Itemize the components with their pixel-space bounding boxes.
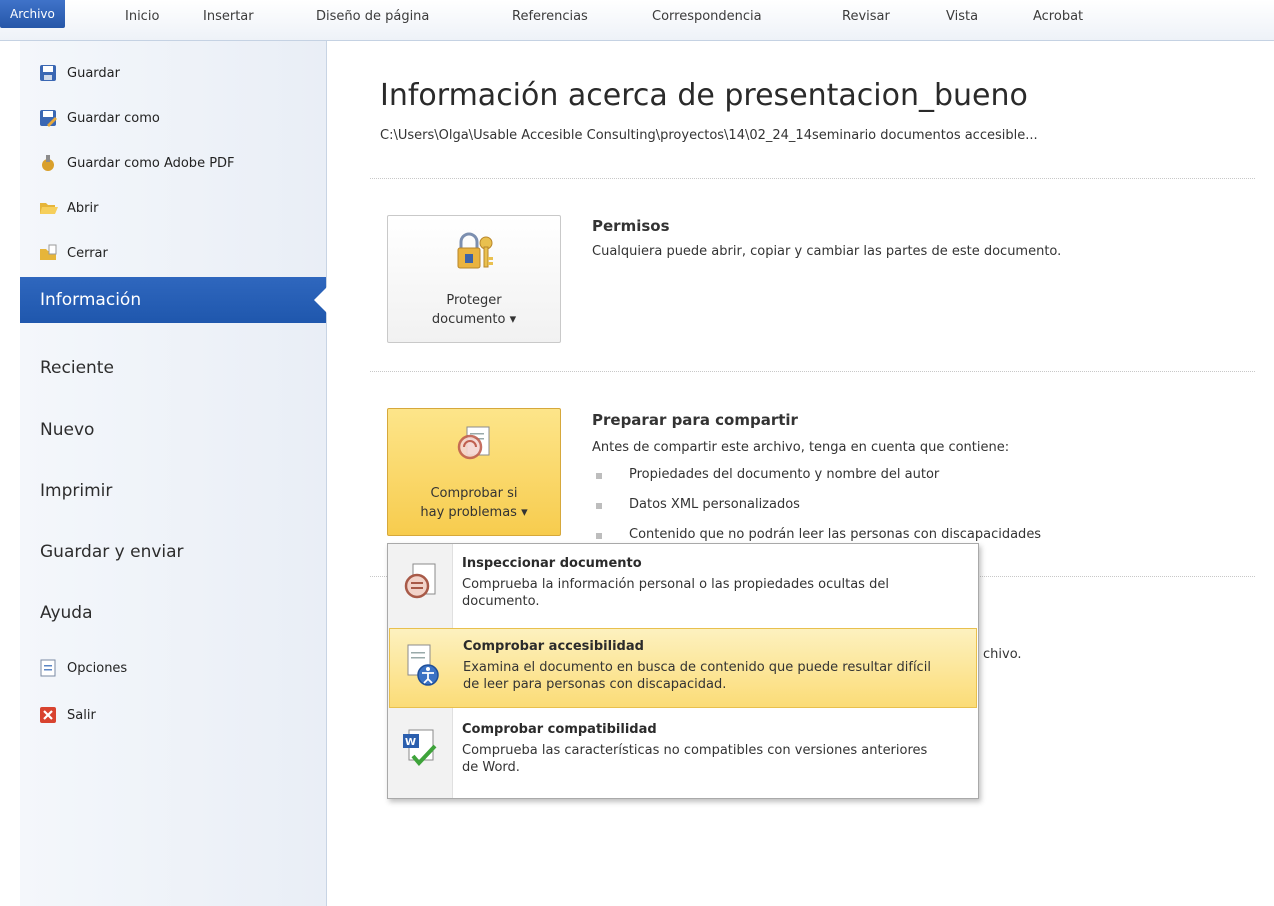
nav-informacion[interactable]: Información [20,277,327,323]
salir-command[interactable]: Salir [20,700,326,730]
nav-guardar-y-enviar[interactable]: Guardar y enviar [20,529,326,575]
adobe-pdf-icon [39,154,57,172]
partial-text: chivo. [983,647,1022,662]
cerrar-label: Cerrar [67,245,108,261]
comprobar-accesibilidad-item[interactable]: Comprobar accesibilidad Examina el docum… [389,628,977,708]
inspect-document-icon [455,423,495,467]
nav-nuevo-label: Nuevo [40,420,95,440]
nav-reciente[interactable]: Reciente [20,345,326,391]
abrir-label: Abrir [67,200,99,216]
comprobar-problemas-button[interactable]: Comprobar si hay problemas ▾ [387,408,561,536]
list-item: Contenido que no podrán leer las persona… [595,527,1042,542]
opciones-label: Opciones [67,660,128,676]
nav-reciente-label: Reciente [40,358,114,378]
check-issues-menu: Inspeccionar documento Comprueba la info… [387,543,979,799]
nav-guardar-y-enviar-label: Guardar y enviar [40,542,184,562]
guardar-label: Guardar [67,65,120,81]
tab-revisar[interactable]: Revisar [842,5,890,29]
open-folder-icon [39,199,58,217]
nav-ayuda-label: Ayuda [40,603,93,623]
guardar-pdf-label: Guardar como Adobe PDF [67,155,235,171]
salir-label: Salir [67,707,96,723]
divider [370,371,1255,372]
tab-archivo[interactable]: Archivo [0,0,65,28]
list-item: Propiedades del documento y nombre del a… [595,467,940,482]
abrir-command[interactable]: Abrir [20,193,326,223]
nav-informacion-label: Información [40,290,142,310]
tab-inicio[interactable]: Inicio [125,5,159,29]
menu-item-title: Inspeccionar documento [462,556,642,571]
proteger-label-1: Proteger [446,293,502,308]
close-folder-icon [39,244,57,262]
tab-insertar[interactable]: Insertar [203,5,254,29]
tab-acrobat[interactable]: Acrobat [1033,5,1083,29]
preparar-text: Antes de compartir este archivo, tenga e… [592,440,1010,455]
save-as-icon [39,109,57,127]
word-compatibility-icon: W [401,726,441,770]
nav-ayuda[interactable]: Ayuda [20,590,326,636]
permisos-text: Cualquiera puede abrir, copiar y cambiar… [592,244,1062,259]
guardar-pdf-command[interactable]: Guardar como Adobe PDF [20,148,326,178]
tab-diseno-de-pagina[interactable]: Diseño de página [316,5,429,29]
inspect-document-icon [401,560,441,604]
inspeccionar-documento-item[interactable]: Inspeccionar documento Comprueba la info… [389,546,977,626]
menu-item-description: Comprueba las características no compati… [462,743,928,775]
nav-nuevo[interactable]: Nuevo [20,407,326,453]
save-icon [39,64,57,82]
ribbon-tab-bar: Archivo Inicio Insertar Diseño de página… [0,0,1274,41]
proteger-documento-button[interactable]: Proteger documento ▾ [387,215,561,343]
permisos-title: Permisos [592,217,670,235]
tab-correspondencia[interactable]: Correspondencia [652,5,762,29]
page-title: Información acerca de presentacion_bueno [380,78,1028,113]
backstage-nav: Guardar Guardar como Guardar como Adobe … [20,41,327,906]
menu-item-title: Comprobar accesibilidad [463,639,644,654]
guardar-command[interactable]: Guardar [20,58,326,88]
menu-item-title: Comprobar compatibilidad [462,722,657,737]
options-icon [39,659,57,677]
comprobar-label-2: hay problemas ▾ [420,505,528,520]
nav-imprimir-label: Imprimir [40,481,113,501]
list-item: Datos XML personalizados [596,497,800,512]
guardar-como-command[interactable]: Guardar como [20,103,326,133]
menu-item-description: Comprueba la información personal o las … [462,577,889,609]
cerrar-command[interactable]: Cerrar [20,238,326,268]
proteger-label-2: documento ▾ [431,312,517,327]
comprobar-label-1: Comprobar si [430,486,518,501]
opciones-command[interactable]: Opciones [20,653,326,683]
exit-icon [39,706,57,724]
tab-referencias[interactable]: Referencias [512,5,588,29]
guardar-como-label: Guardar como [67,110,160,126]
comprobar-compatibilidad-item[interactable]: W Comprobar compatibilidad Comprueba las… [389,712,977,792]
preparar-title: Preparar para compartir [592,411,798,429]
menu-item-description: Examina el documento en busca de conteni… [463,660,931,692]
lock-keys-icon [453,230,497,274]
nav-imprimir[interactable]: Imprimir [20,468,326,514]
accessibility-check-icon [402,643,442,687]
tab-vista[interactable]: Vista [946,5,978,29]
svg-text:W: W [405,737,416,748]
divider [370,178,1255,179]
document-path: C:\Users\Olga\Usable Accesible Consultin… [380,128,1038,143]
